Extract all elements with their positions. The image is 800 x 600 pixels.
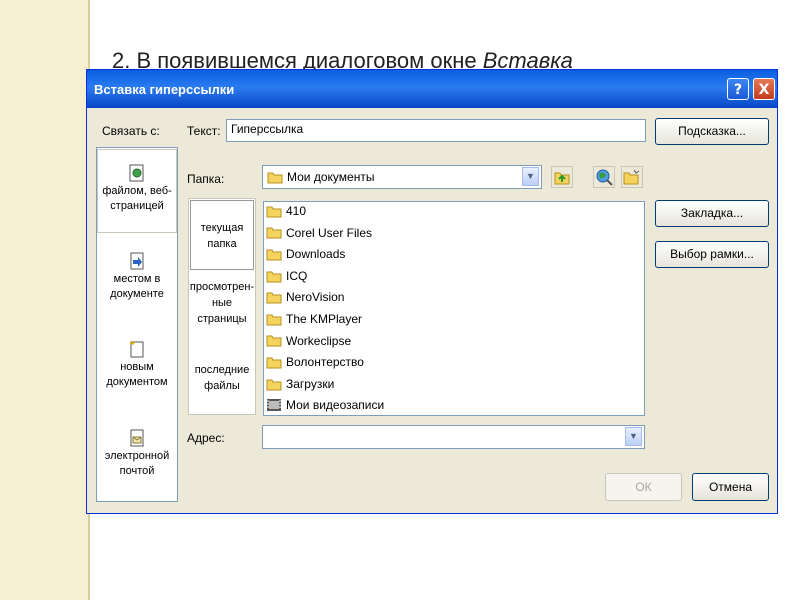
cancel-button[interactable]: Отмена (692, 473, 769, 501)
file-name: Волонтерство (286, 355, 364, 370)
file-name: NeroVision (286, 290, 345, 305)
file-list-item[interactable]: Волонтерство (266, 354, 364, 375)
link-option-label: местом в документе (110, 273, 164, 300)
web-file-icon (129, 164, 144, 182)
email-icon (130, 429, 144, 447)
browse-file-button[interactable] (621, 166, 643, 188)
up-folder-icon (554, 172, 570, 185)
folder-icon (267, 172, 283, 184)
tooltip-button[interactable]: Подсказка... (655, 118, 769, 145)
link-option-label: электронной почтой (104, 450, 170, 477)
document-place-icon (130, 252, 144, 270)
chevron-down-icon[interactable]: ▼ (625, 427, 642, 446)
folder-icon (266, 227, 282, 239)
file-name: ICQ (286, 268, 308, 283)
dialog-title: Вставка гиперссылки (94, 82, 235, 97)
link-option-label: новым документом (106, 361, 168, 388)
folder-icon (266, 249, 282, 261)
file-list-item[interactable]: 410 (266, 203, 306, 224)
chevron-down-icon[interactable]: ▼ (522, 167, 539, 186)
link-option-label: файлом, веб-страницей (102, 185, 172, 212)
folder-icon (266, 292, 282, 304)
search-web-button[interactable] (593, 166, 615, 188)
place-browsed-pages[interactable]: просмотрен-ные страницы (189, 279, 255, 327)
folder-icon (266, 271, 282, 283)
file-name: Загрузки (286, 376, 335, 391)
help-button[interactable]: ? (727, 78, 749, 100)
link-option-place-in-document[interactable]: местом в документе (97, 252, 177, 302)
address-field[interactable]: ▼ (262, 425, 645, 449)
slide-left-stripe (0, 0, 90, 600)
folder-icon (266, 335, 282, 347)
file-list-item[interactable]: Загрузки (266, 376, 334, 397)
place-recent-files[interactable]: последние файлы (189, 362, 255, 394)
file-list-item[interactable]: Corel User Files (266, 225, 372, 246)
folder-label: Папка: (187, 172, 225, 186)
file-name: Мои видеозаписи (286, 398, 385, 413)
address-label: Адрес: (187, 431, 225, 445)
file-name: Workeclipse (286, 333, 352, 348)
places-bar: текущая папка просмотрен-ные страницы по… (188, 198, 256, 415)
folder-icon (266, 206, 282, 218)
file-name: Corel User Files (286, 225, 373, 240)
file-list: 410 Corel User Files Downloads ICQ NeroVisio… (263, 201, 645, 416)
folder-value: Мои документы (287, 170, 375, 184)
folder-icon (266, 314, 282, 326)
video-folder-icon (267, 399, 281, 412)
ok-button[interactable]: ОК (605, 473, 682, 501)
text-field[interactable]: Гиперссылка (226, 119, 646, 142)
new-document-icon (129, 340, 144, 358)
folder-combo[interactable]: Мои документы ▼ (262, 165, 542, 189)
file-list-item[interactable]: Мои видеозаписи (266, 397, 385, 415)
open-folder-icon (623, 169, 640, 185)
web-search-icon (596, 169, 613, 186)
file-list-item[interactable]: The KMPlayer (266, 311, 362, 332)
file-list-item[interactable]: ICQ (266, 268, 307, 289)
file-name: 410 (286, 203, 307, 218)
place-current-folder[interactable]: текущая папка (190, 200, 254, 270)
text-label: Текст: (187, 124, 221, 138)
file-list-item[interactable]: Workeclipse (266, 333, 351, 354)
close-button[interactable]: X (753, 78, 775, 100)
link-option-file-web[interactable]: файлом, веб-страницей (97, 149, 177, 233)
folder-icon (266, 379, 282, 391)
file-list-item[interactable]: Downloads (266, 246, 345, 267)
link-to-bar: файлом, веб-страницей местом в документе… (96, 147, 178, 502)
bookmark-button[interactable]: Закладка... (655, 200, 769, 227)
dialog-titlebar[interactable]: Вставка гиперссылки ? X (87, 70, 777, 108)
file-name: Downloads (286, 247, 346, 262)
file-name: The KMPlayer (286, 311, 363, 326)
link-option-email[interactable]: электронной почтой (97, 429, 177, 479)
up-folder-button[interactable] (551, 166, 573, 188)
folder-icon (266, 357, 282, 369)
file-list-item[interactable]: NeroVision (266, 289, 344, 310)
link-option-new-document[interactable]: новым документом (97, 340, 177, 390)
link-to-label: Связать с: (102, 124, 160, 138)
insert-hyperlink-dialog: Вставка гиперссылки ? X Связать с: Текст… (86, 69, 778, 514)
select-frame-button[interactable]: Выбор рамки... (655, 241, 769, 268)
